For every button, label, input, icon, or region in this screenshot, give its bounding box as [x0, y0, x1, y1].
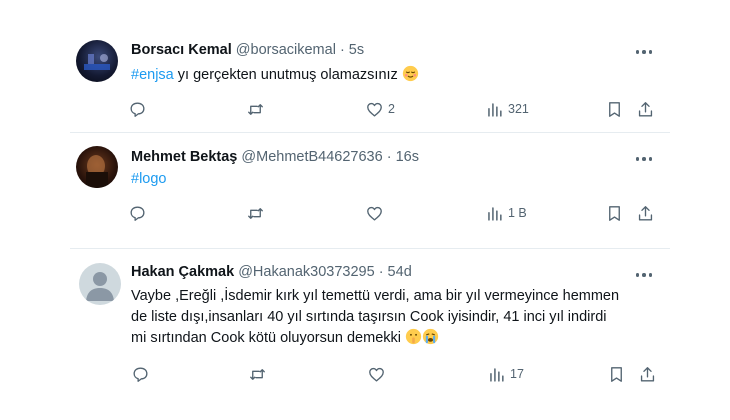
handle[interactable]: @Hakanak30373295: [238, 264, 374, 280]
timestamp[interactable]: · 5s: [340, 42, 364, 58]
tweet[interactable]: Mehmet Bektaş @MehmetB44627636 · 16s #lo…: [0, 133, 730, 243]
share-button[interactable]: [636, 202, 655, 224]
default-avatar-icon: [86, 272, 114, 301]
avatar-image: [86, 155, 108, 188]
tweet[interactable]: Borsacı Kemal @borsacikemal · 5s #enjsa …: [0, 0, 730, 130]
bookmark-button[interactable]: [605, 98, 624, 120]
tweet[interactable]: Hakan Çakmak @Hakanak30373295 · 54d Vayb…: [0, 249, 730, 420]
reply-icon: [130, 101, 145, 117]
avatar[interactable]: [79, 263, 121, 305]
share-icon: [638, 101, 653, 117]
retweet-icon: [250, 368, 265, 380]
tweet-text: #enjsa yı gerçekten unutmuş olamazsınız: [131, 65, 419, 86]
like-button[interactable]: 2: [365, 98, 395, 120]
reply-icon: [130, 205, 145, 221]
share-button[interactable]: [638, 363, 657, 385]
bookmark-icon: [609, 101, 620, 117]
views-count: 17: [510, 367, 524, 381]
tweet-text: #logo: [131, 169, 166, 190]
like-button[interactable]: [365, 202, 388, 224]
views-count: 321: [508, 102, 529, 116]
relieved-face-emoji: [402, 65, 418, 82]
tweet-line: mi sırtından Cook kötü oluyorsun demekki: [131, 330, 401, 346]
bookmark-icon: [609, 205, 620, 221]
share-button[interactable]: [636, 98, 655, 120]
handle[interactable]: @MehmetB44627636: [241, 149, 382, 165]
views-icon: [488, 206, 502, 221]
like-count: 2: [388, 102, 395, 116]
avatar-image: [84, 54, 110, 70]
hashtag-link[interactable]: #logo: [131, 171, 166, 187]
retweet-icon: [248, 103, 263, 115]
like-icon: [369, 367, 384, 382]
views-icon: [490, 367, 504, 382]
retweet-button[interactable]: [248, 363, 271, 385]
bookmark-icon: [611, 366, 622, 382]
timestamp[interactable]: · 16s: [387, 149, 419, 165]
retweet-icon: [248, 207, 263, 219]
more-icon[interactable]: [634, 268, 654, 282]
tweet-actions: 2 321: [128, 98, 663, 120]
tweet-actions: 1 B: [128, 202, 663, 224]
bookmark-button[interactable]: [607, 363, 626, 385]
shushing-face-emoji: [405, 328, 422, 345]
views-button[interactable]: 17: [487, 363, 524, 385]
tweet-line: de liste dışı,insanları 40 yıl sırtında …: [131, 309, 607, 325]
like-icon: [367, 102, 382, 117]
share-icon: [640, 366, 655, 382]
share-icon: [638, 205, 653, 221]
like-icon: [367, 206, 382, 221]
tweet-header: Mehmet Bektaş @MehmetB44627636 · 16s: [131, 149, 419, 165]
tweet-text: Vaybe ,Ereğli ,İsdemir kırk yıl temettü …: [131, 286, 671, 349]
tweet-line: Vaybe ,Ereğli ,İsdemir kırk yıl temettü …: [131, 288, 620, 304]
crying-face-emoji: [422, 328, 439, 345]
avatar[interactable]: [76, 40, 118, 82]
like-button[interactable]: [367, 363, 390, 385]
display-name[interactable]: Mehmet Bektaş: [131, 149, 237, 165]
reply-icon: [133, 366, 148, 382]
bookmark-button[interactable]: [605, 202, 624, 224]
reply-button[interactable]: [128, 98, 151, 120]
reply-button[interactable]: [131, 363, 154, 385]
more-icon[interactable]: [634, 45, 654, 59]
views-count: 1 B: [508, 206, 527, 220]
views-icon: [488, 102, 502, 117]
tweet-line-last: mi sırtından Cook kötü oluyorsun demekki: [131, 328, 671, 349]
tweet-header: Borsacı Kemal @borsacikemal · 5s: [131, 42, 364, 58]
retweet-button[interactable]: [246, 98, 269, 120]
timestamp[interactable]: · 54d: [379, 264, 412, 280]
more-icon[interactable]: [634, 152, 654, 166]
views-button[interactable]: 321: [485, 98, 529, 120]
hashtag-link[interactable]: #enjsa: [131, 67, 174, 83]
tweet-header: Hakan Çakmak @Hakanak30373295 · 54d: [131, 264, 412, 280]
avatar[interactable]: [76, 146, 118, 188]
reply-button[interactable]: [128, 202, 151, 224]
display-name[interactable]: Borsacı Kemal: [131, 42, 232, 58]
handle[interactable]: @borsacikemal: [236, 42, 336, 58]
views-button[interactable]: 1 B: [485, 202, 527, 224]
retweet-button[interactable]: [246, 202, 269, 224]
tweet-body: yı gerçekten unutmuş olamazsınız: [173, 67, 398, 83]
tweet-actions: 17: [128, 363, 663, 385]
display-name[interactable]: Hakan Çakmak: [131, 264, 234, 280]
